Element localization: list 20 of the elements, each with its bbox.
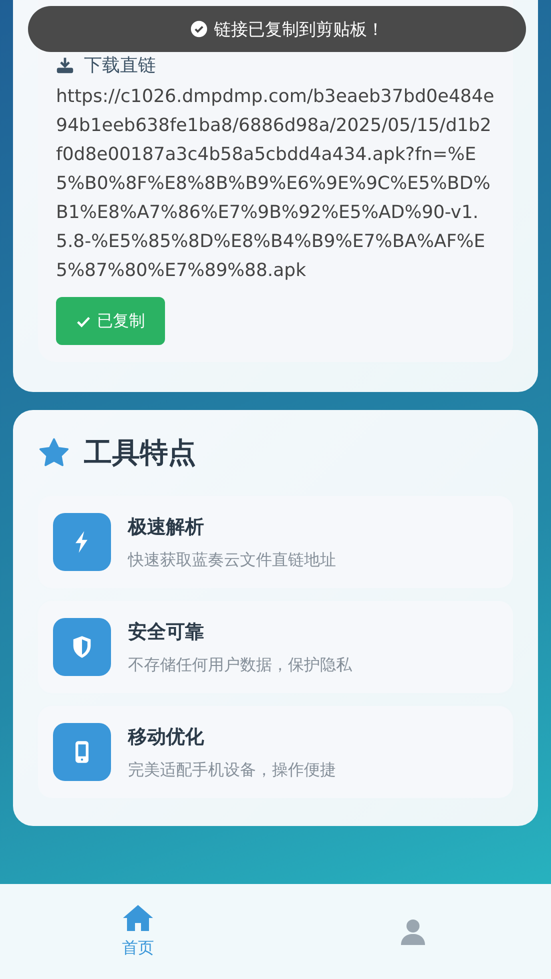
feature-title: 安全可靠: [128, 620, 205, 644]
nav-tab[interactable]: 首页: [0, 884, 276, 979]
star-icon: [38, 438, 70, 468]
user-icon: [399, 918, 428, 946]
phone-icon: [53, 723, 111, 781]
download-icon: [56, 56, 74, 74]
feature-description: 完美适配手机设备，操作便捷: [128, 760, 336, 780]
lightning-icon: [53, 513, 111, 571]
copy-button[interactable]: 已复制: [56, 297, 165, 345]
feature-description: 不存储任何用户数据，保护隐私: [128, 654, 352, 676]
feature-title: 移动优化: [128, 724, 205, 750]
home-icon: [122, 904, 154, 932]
section-title: 工具特点: [84, 435, 196, 471]
section-heading: 下载直链: [84, 54, 156, 77]
shield-icon: [53, 618, 111, 676]
toast-text: 链接已复制到剪贴板！: [214, 18, 384, 40]
feature-title: 极速解析: [128, 514, 205, 540]
check-circle-icon: [190, 20, 208, 38]
download-url: https://c1026.dmpdmp.com/b3eaeb37bd0e484e94b1eeb638fe1ba8/6886d98a/2025/05/15/d1b2f0d8e00187a3c4b58a5cbdd4a434.apk?fn=%E5%B0%8F%E8%8B%B9%E6%9E%9C%E5%BD%B1%E8%A7%86%E7%9B%92%E5%AD%90-v1.5.8-%E5%85%8D%E8%B4%B9%E7%BA%AF%E5%87%80%E7%89%88.apk: [56, 85, 495, 283]
feature-description: 快速获取蓝奏云文件直链地址: [128, 550, 336, 570]
